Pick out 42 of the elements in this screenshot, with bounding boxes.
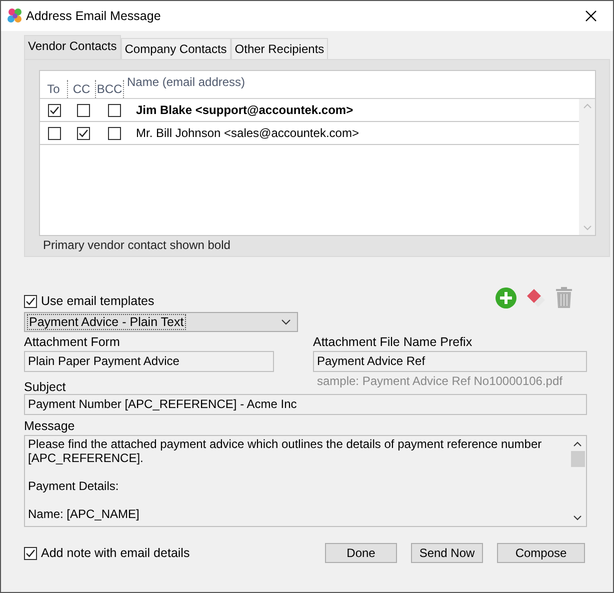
contact-name: Jim Blake <support@accountek.com>	[135, 103, 354, 117]
template-dropdown[interactable]: Payment Advice - Plain Text	[24, 312, 298, 332]
checkbox[interactable]	[77, 104, 90, 116]
column-header[interactable]: Name (email address)	[124, 75, 246, 89]
column-header[interactable]: To	[40, 80, 68, 98]
dialog-button[interactable]: Send Now	[411, 543, 483, 563]
scroll-up-icon[interactable]	[573, 441, 582, 447]
checkbox-label: Use email templates	[41, 294, 154, 308]
field-label: Subject	[24, 380, 66, 394]
close-icon[interactable]	[585, 10, 597, 22]
checkbox[interactable]	[48, 126, 60, 140]
tab[interactable]: Vendor Contacts	[24, 35, 121, 59]
dialog-button[interactable]: Compose	[497, 543, 585, 563]
field-label: Message	[24, 419, 76, 433]
scroll-thumb[interactable]	[570, 451, 584, 467]
checkbox[interactable]	[24, 294, 37, 308]
checkbox[interactable]	[108, 126, 121, 140]
note-text: Primary vendor contact shown bold	[43, 238, 232, 252]
checkbox-label: Add note with email details	[41, 546, 190, 560]
column-header[interactable]: BCC	[96, 80, 124, 98]
input-field[interactable]: Plain Paper Payment Advice	[24, 351, 274, 372]
input-field[interactable]: Payment Number [APC_REFERENCE] - Acme Inc	[24, 394, 587, 415]
input-field[interactable]: Payment Advice Ref	[313, 351, 587, 372]
app-logo-icon	[7, 8, 23, 24]
sample-text: sample: Payment Advice Ref No10000106.pdf	[317, 373, 564, 390]
dialog-button[interactable]: Done	[325, 543, 397, 563]
checkbox[interactable]	[24, 546, 37, 560]
tab[interactable]: Company Contacts	[120, 38, 231, 59]
contact-name: Mr. Bill Johnson <sales@accountek.com>	[135, 126, 359, 140]
checkbox[interactable]	[48, 104, 60, 116]
dropdown-caret-icon[interactable]	[281, 319, 291, 325]
checkbox[interactable]	[108, 104, 121, 116]
field-label: Attachment Form	[24, 335, 121, 349]
column-header[interactable]: CC	[68, 80, 96, 98]
add-icon[interactable]	[495, 287, 517, 309]
field-label: Attachment File Name Prefix	[313, 335, 474, 349]
message-field[interactable]: Please find the attached payment advice which outlines the details of payment reference number [APC_REFERENCE]. Payment Details: Name: [APC_NAME]	[24, 435, 587, 527]
scroll-down-icon[interactable]	[573, 515, 582, 521]
eraser-icon[interactable]	[525, 287, 547, 309]
checkbox[interactable]	[77, 126, 90, 140]
window-title: Address Email Message	[26, 9, 162, 23]
tab[interactable]: Other Recipients	[230, 38, 328, 59]
